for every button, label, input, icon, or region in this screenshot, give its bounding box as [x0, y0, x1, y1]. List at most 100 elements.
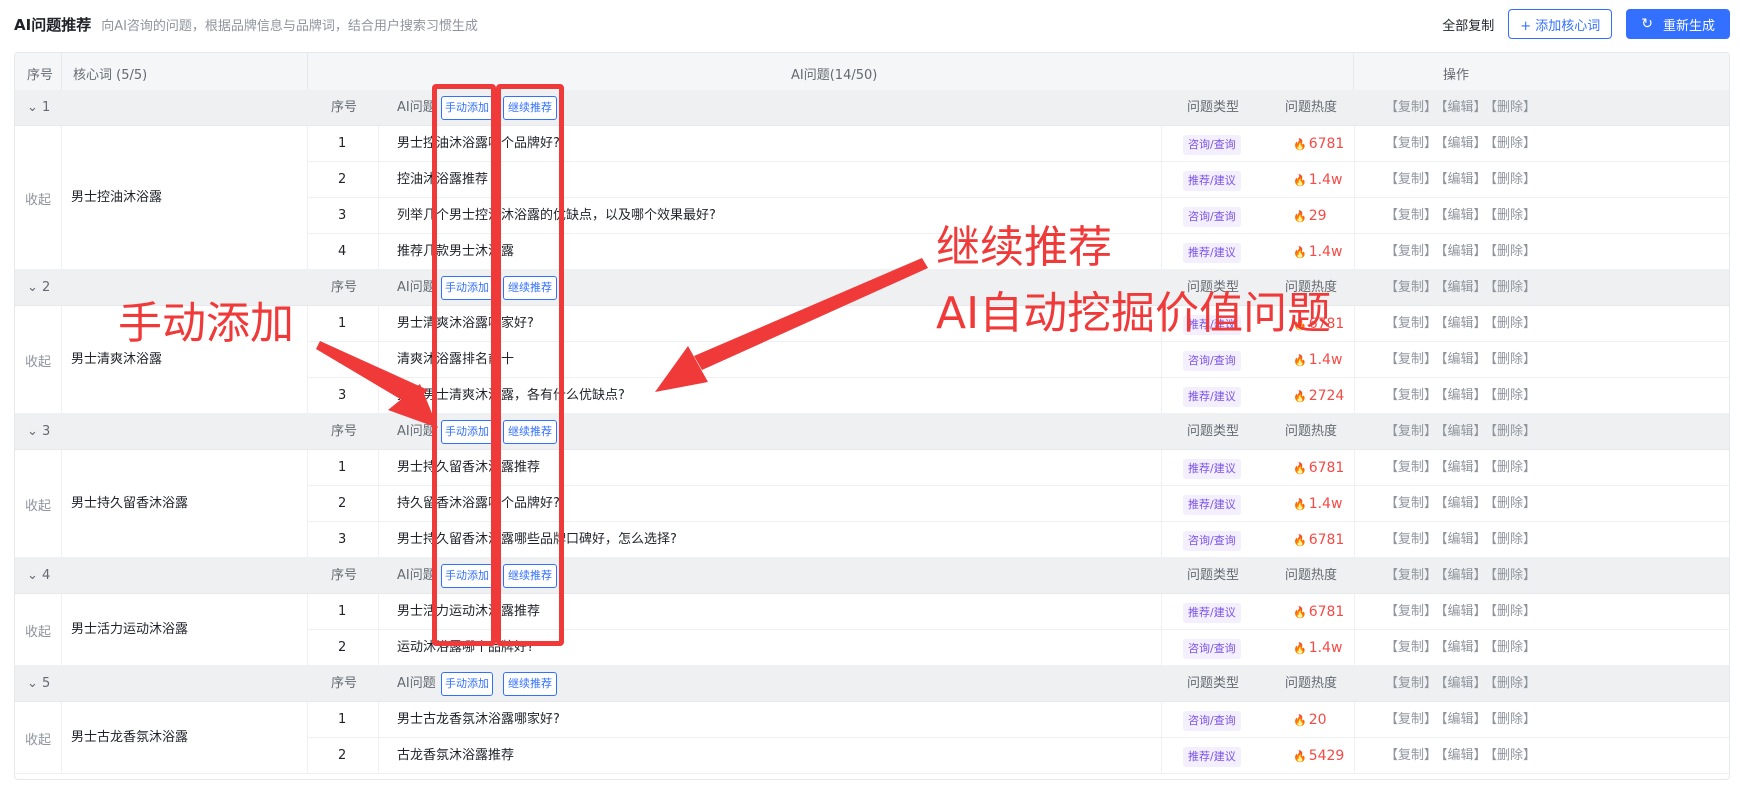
edit-button[interactable]: 【编辑】: [1441, 532, 1487, 547]
manual-add-button[interactable]: 手动添加: [441, 276, 493, 300]
copy-button[interactable]: 【复制】: [1385, 640, 1437, 655]
subcol-question: AI问题: [397, 676, 436, 691]
delete-button[interactable]: 【删除】: [1491, 172, 1537, 187]
edit-button[interactable]: 【编辑】: [1441, 100, 1487, 115]
subcol-question: AI问题: [397, 568, 436, 583]
delete-button[interactable]: 【删除】: [1491, 100, 1537, 115]
copy-button[interactable]: 【复制】: [1385, 748, 1437, 763]
delete-button[interactable]: 【删除】: [1491, 748, 1537, 763]
group-toggle[interactable]: ⌄ 3: [27, 414, 50, 450]
copy-button[interactable]: 【复制】: [1385, 136, 1437, 151]
group-toggle[interactable]: ⌄ 2: [27, 270, 50, 306]
continue-recommend-button[interactable]: 继续推荐: [503, 672, 557, 696]
delete-button[interactable]: 【删除】: [1491, 136, 1537, 151]
group-toggle[interactable]: ⌄ 5: [27, 666, 50, 702]
edit-button[interactable]: 【编辑】: [1441, 280, 1487, 295]
edit-button[interactable]: 【编辑】: [1441, 316, 1487, 331]
continue-recommend-button[interactable]: 继续推荐: [503, 420, 557, 444]
delete-button[interactable]: 【删除】: [1491, 280, 1537, 295]
row-index: 2: [338, 496, 347, 511]
delete-button[interactable]: 【删除】: [1491, 388, 1537, 403]
copy-button[interactable]: 【复制】: [1385, 460, 1437, 475]
copy-button[interactable]: 【复制】: [1385, 532, 1437, 547]
row-actions: 【复制】 【编辑】 【删除】: [1385, 414, 1540, 450]
continue-recommend-button[interactable]: 继续推荐: [503, 96, 557, 120]
copy-button[interactable]: 【复制】: [1385, 172, 1437, 187]
edit-button[interactable]: 【编辑】: [1441, 208, 1487, 223]
collapse-button[interactable]: 收起: [25, 729, 51, 748]
group-index: 2: [42, 280, 51, 295]
delete-button[interactable]: 【删除】: [1491, 676, 1537, 691]
edit-button[interactable]: 【编辑】: [1441, 172, 1487, 187]
copy-button[interactable]: 【复制】: [1385, 100, 1437, 115]
delete-button[interactable]: 【删除】: [1491, 496, 1537, 511]
delete-button[interactable]: 【删除】: [1491, 244, 1537, 259]
copy-button[interactable]: 【复制】: [1385, 712, 1437, 727]
question-heat: 🔥 1.4w: [1293, 162, 1342, 198]
edit-button[interactable]: 【编辑】: [1441, 136, 1487, 151]
delete-button[interactable]: 【删除】: [1491, 208, 1537, 223]
edit-button[interactable]: 【编辑】: [1441, 604, 1487, 619]
group-header-row: ⌄ 1 序号 AI问题 手动添加 继续推荐 问题类型 问题热度 【复制】 【编辑】 【删除】: [15, 90, 1729, 126]
continue-recommend-button[interactable]: 继续推荐: [503, 276, 557, 300]
subcol-heat: 问题热度: [1285, 424, 1338, 439]
edit-button[interactable]: 【编辑】: [1441, 748, 1487, 763]
question-type-badge: 推荐/建议: [1183, 243, 1241, 263]
edit-button[interactable]: 【编辑】: [1441, 496, 1487, 511]
delete-button[interactable]: 【删除】: [1491, 712, 1537, 727]
manual-add-button[interactable]: 手动添加: [441, 96, 493, 120]
subcol-index: 序号: [331, 676, 358, 691]
heat-value: 6781: [1308, 604, 1345, 620]
table-row: 1 男士持久留香沐浴露推荐 推荐/建议 🔥 6781 【复制】 【编辑】 【删除】: [308, 450, 1729, 486]
edit-button[interactable]: 【编辑】: [1441, 388, 1487, 403]
delete-button[interactable]: 【删除】: [1491, 316, 1537, 331]
copy-button[interactable]: 【复制】: [1385, 676, 1437, 691]
copy-button[interactable]: 【复制】: [1385, 568, 1437, 583]
copy-button[interactable]: 【复制】: [1385, 316, 1437, 331]
fire-icon: 🔥: [1293, 498, 1307, 511]
delete-button[interactable]: 【删除】: [1491, 460, 1537, 475]
edit-button[interactable]: 【编辑】: [1441, 424, 1487, 439]
edit-button[interactable]: 【编辑】: [1441, 640, 1487, 655]
manual-add-button[interactable]: 手动添加: [441, 564, 493, 588]
collapse-button[interactable]: 收起: [25, 495, 51, 514]
manual-add-button[interactable]: 手动添加: [441, 420, 493, 444]
add-keyword-button[interactable]: + 添加核心词: [1508, 9, 1613, 39]
edit-button[interactable]: 【编辑】: [1441, 712, 1487, 727]
delete-button[interactable]: 【删除】: [1491, 640, 1537, 655]
group-toggle[interactable]: ⌄ 1: [27, 90, 50, 126]
copy-button[interactable]: 【复制】: [1385, 388, 1437, 403]
edit-button[interactable]: 【编辑】: [1441, 568, 1487, 583]
collapse-button[interactable]: 收起: [25, 351, 51, 370]
copy-button[interactable]: 【复制】: [1385, 280, 1437, 295]
group-toggle[interactable]: ⌄ 4: [27, 558, 50, 594]
copy-button[interactable]: 【复制】: [1385, 244, 1437, 259]
edit-button[interactable]: 【编辑】: [1441, 244, 1487, 259]
continue-recommend-button[interactable]: 继续推荐: [503, 564, 557, 588]
delete-button[interactable]: 【删除】: [1491, 424, 1537, 439]
row-actions: 【复制】 【编辑】 【删除】: [1385, 234, 1540, 270]
row-actions: 【复制】 【编辑】 【删除】: [1385, 450, 1540, 486]
manual-add-button[interactable]: 手动添加: [441, 672, 493, 696]
edit-button[interactable]: 【编辑】: [1441, 460, 1487, 475]
copy-button[interactable]: 【复制】: [1385, 208, 1437, 223]
collapse-button[interactable]: 收起: [25, 621, 51, 640]
collapse-button[interactable]: 收起: [25, 189, 51, 208]
delete-button[interactable]: 【删除】: [1491, 568, 1537, 583]
table-row: 2 运动沐浴露哪个品牌好? 咨询/查询 🔥 1.4w 【复制】 【编辑】 【删除】: [308, 630, 1729, 666]
copy-button[interactable]: 【复制】: [1385, 604, 1437, 619]
copy-button[interactable]: 【复制】: [1385, 352, 1437, 367]
delete-button[interactable]: 【删除】: [1491, 352, 1537, 367]
regenerate-button[interactable]: ↻ 重新生成: [1626, 9, 1730, 39]
question-type-badge: 推荐/建议: [1183, 603, 1241, 623]
edit-button[interactable]: 【编辑】: [1441, 676, 1487, 691]
edit-button[interactable]: 【编辑】: [1441, 352, 1487, 367]
question-type-badge: 咨询/查询: [1183, 639, 1241, 659]
row-actions: 【复制】 【编辑】 【删除】: [1385, 306, 1540, 342]
delete-button[interactable]: 【删除】: [1491, 532, 1537, 547]
copy-button[interactable]: 【复制】: [1385, 496, 1437, 511]
delete-button[interactable]: 【删除】: [1491, 604, 1537, 619]
copy-button[interactable]: 【复制】: [1385, 424, 1437, 439]
subcol-heat: 问题热度: [1285, 676, 1338, 691]
copy-all-button[interactable]: 全部复制: [1442, 15, 1494, 34]
